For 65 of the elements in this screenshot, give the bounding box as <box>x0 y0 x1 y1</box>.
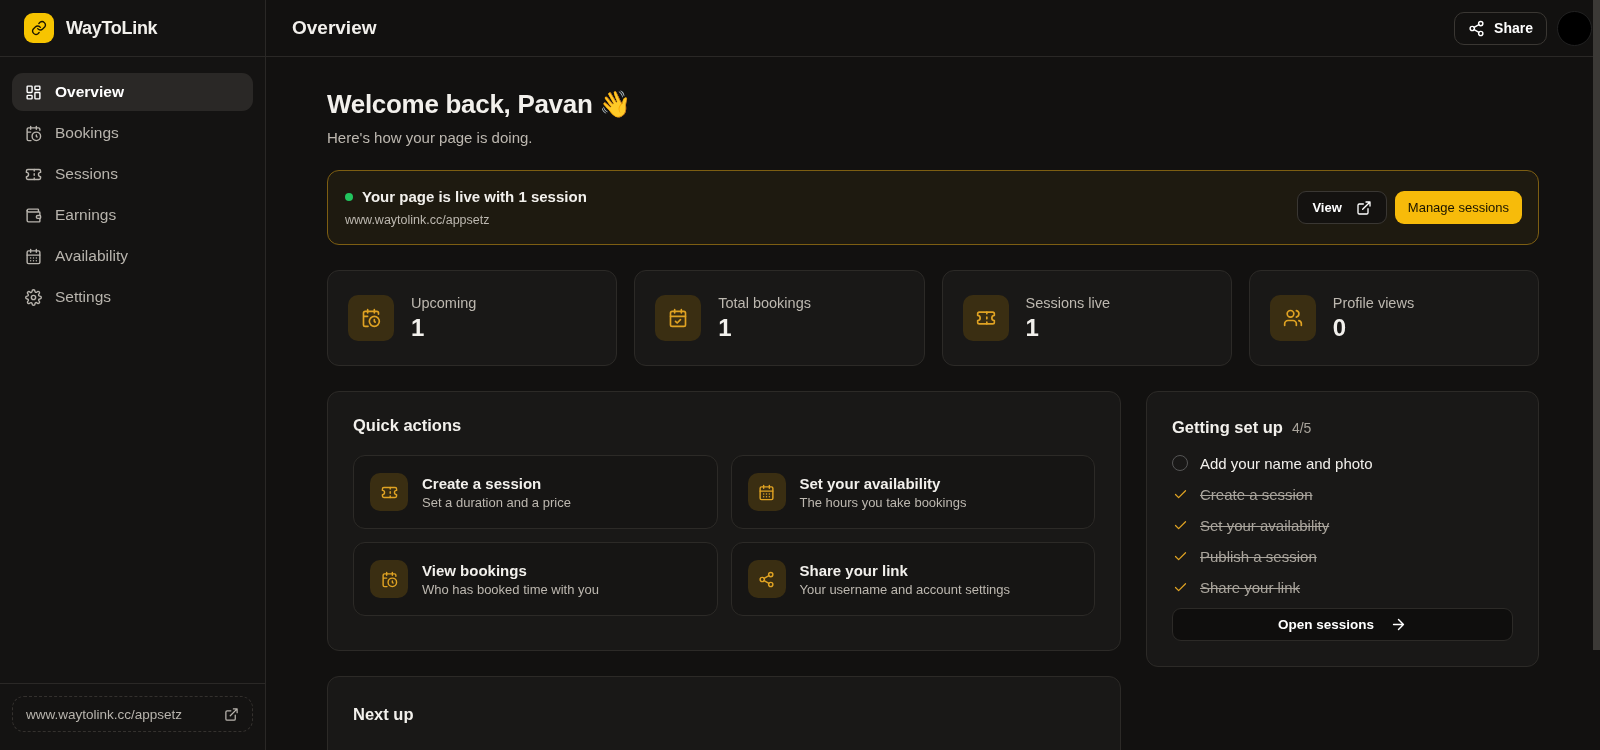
open-sessions-button[interactable]: Open sessions <box>1172 608 1513 641</box>
stat-value: 1 <box>1025 313 1040 342</box>
stat-label: Sessions live <box>1025 294 1111 311</box>
action-title: Share your link <box>799 561 909 579</box>
quick-action[interactable]: Create a session Set a duration and a price <box>353 455 718 529</box>
stat-value: 1 <box>411 313 426 342</box>
share-button[interactable]: Share <box>1454 11 1547 45</box>
share-icon <box>758 570 775 588</box>
checklist-item: Share your link <box>1200 578 1301 596</box>
card-title: Quick actions <box>353 416 463 435</box>
calendar-clock-icon <box>361 308 381 328</box>
calendar-icon <box>25 247 42 265</box>
external-link-icon <box>1355 199 1372 216</box>
banner-title: Your page is live with 1 session <box>362 188 587 205</box>
action-description: Set a duration and a price <box>422 494 571 510</box>
progress-count: 4/5 <box>1291 420 1312 436</box>
avatar[interactable] <box>1557 10 1592 46</box>
action-description: The hours you take bookings <box>799 494 967 510</box>
page-url: www.waytolink.cc/appsetz <box>345 213 491 227</box>
nav-item[interactable]: Earnings <box>12 196 253 234</box>
action-description: Who has booked time with you <box>422 581 600 597</box>
welcome-heading: Welcome back, Pavan 👋 <box>327 89 633 120</box>
arrow-right-icon <box>1390 616 1407 633</box>
checklist-item: Publish a session <box>1200 547 1317 565</box>
checklist-item: Create a session <box>1200 485 1313 503</box>
calendar-clock-icon <box>380 570 398 588</box>
view-button[interactable]: View <box>1297 191 1387 224</box>
nav-item[interactable]: Settings <box>12 278 253 316</box>
quick-action[interactable]: View bookings Who has booked time with you <box>353 542 718 616</box>
action-title: Create a session <box>422 474 543 492</box>
users-icon <box>1282 308 1303 328</box>
external-link-icon <box>224 706 239 722</box>
quick-action[interactable]: Share your link Your username and account settings <box>730 542 1095 616</box>
grid-icon <box>25 83 42 101</box>
manage-sessions-button[interactable]: Manage sessions <box>1394 191 1522 224</box>
calendar-clock-icon <box>25 124 42 142</box>
ticket-icon <box>975 308 996 328</box>
wallet-icon <box>25 206 42 224</box>
welcome-subtitle: Here's how your page is doing. <box>327 129 534 146</box>
page-link[interactable]: www.waytolink.cc/appsetz <box>12 696 253 732</box>
nav-item[interactable]: Availability <box>12 237 253 275</box>
scrollbar[interactable] <box>1593 0 1600 650</box>
link-icon <box>31 20 47 36</box>
nav-item[interactable]: Overview <box>12 73 253 111</box>
action-title: View bookings <box>422 561 528 579</box>
quick-action[interactable]: Set your availability The hours you take bookings <box>730 455 1095 529</box>
card-title: Next up <box>353 705 415 724</box>
stat-label: Profile views <box>1332 294 1415 311</box>
calendar-check-icon <box>668 308 689 328</box>
brand-name: WayToLink <box>66 17 158 39</box>
checklist-item: Add your name and photo <box>1200 454 1373 472</box>
calendar-icon <box>758 483 775 501</box>
stat-label: Total bookings <box>718 294 811 311</box>
settings-icon <box>25 288 42 306</box>
stat-value: 1 <box>718 313 733 342</box>
card-title: Getting set up <box>1172 418 1283 437</box>
page-title: Overview <box>292 17 377 39</box>
stat-value: 0 <box>1332 313 1348 342</box>
nav-item[interactable]: Bookings <box>12 114 253 152</box>
share-icon <box>1468 19 1486 37</box>
stat-label: Upcoming <box>411 294 477 311</box>
action-title: Set your availability <box>799 474 942 492</box>
checklist-item: Set your availability <box>1200 516 1330 534</box>
nav-item[interactable]: Sessions <box>12 155 253 193</box>
action-description: Your username and account settings <box>799 581 1011 597</box>
